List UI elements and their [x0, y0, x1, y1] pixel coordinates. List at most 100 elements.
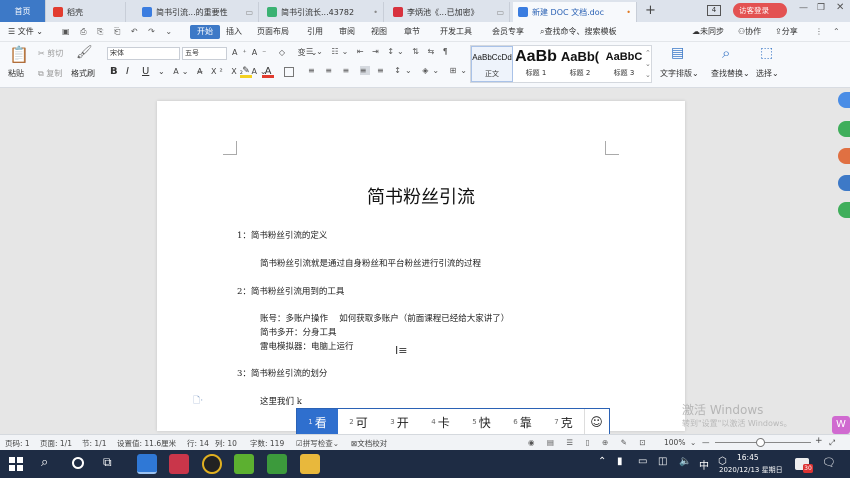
file-explorer-taskbar-icon[interactable] — [300, 454, 320, 474]
doc-paragraph[interactable]: 简书粉丝引流就是通过自身粉丝和平台粉丝进行引流的过程 — [260, 257, 481, 269]
side-panel-button[interactable] — [838, 202, 850, 218]
tab-doc-active[interactable]: 新建 DOC 文档.doc • — [513, 2, 637, 22]
status-words[interactable]: 字数: 119 — [250, 438, 284, 449]
zoom-level[interactable]: 100% — [664, 438, 685, 447]
ime-candidate[interactable]: 1看 — [297, 409, 338, 435]
doc-heading-1[interactable]: 1：简书粉丝引流的定义 — [237, 229, 327, 241]
unsaved-dot-icon[interactable]: • — [622, 8, 631, 17]
sync-button[interactable]: ☁未同步 — [692, 25, 724, 39]
copy-button[interactable]: ⧉ 复制 — [38, 68, 62, 79]
monitor-icon[interactable]: ▭ — [241, 8, 253, 17]
side-panel-button[interactable] — [838, 92, 850, 108]
wps-assistant-icon[interactable]: W — [832, 416, 850, 434]
tab-chapter[interactable]: 章节 — [404, 25, 420, 39]
italic-button[interactable]: I — [126, 66, 129, 77]
app-taskbar-icon[interactable] — [169, 454, 189, 474]
tab-developer[interactable]: 开发工具 — [440, 25, 472, 39]
font-size-select[interactable]: 五号 — [182, 47, 227, 60]
close-icon[interactable]: • — [369, 8, 378, 17]
ime-candidate[interactable]: 4卡 — [420, 409, 461, 435]
ime-candidate[interactable]: 7克 — [543, 409, 584, 435]
tab-home[interactable]: 首页 — [0, 0, 46, 22]
spell-check-button[interactable]: ☑拼写检查⌄ — [296, 438, 339, 449]
zoom-dropdown-icon[interactable]: ⌄ — [690, 438, 696, 447]
share-button[interactable]: ⇪分享 — [775, 25, 798, 39]
new-tab-button[interactable]: + — [645, 3, 656, 18]
select-icon[interactable]: ⬚ — [760, 45, 773, 61]
minimize-icon[interactable]: — — [799, 3, 808, 13]
tab-layout[interactable]: 页面布局 — [257, 25, 289, 39]
restore-icon[interactable]: ❐ — [817, 3, 825, 13]
underline-button[interactable]: U — [142, 66, 149, 77]
start-icon[interactable] — [9, 457, 23, 471]
app-taskbar-icon[interactable] — [202, 454, 222, 474]
ime-candidate[interactable]: 2可 — [338, 409, 379, 435]
doc-paragraph[interactable]: 雷电模拟器：电脑上运行 — [260, 340, 354, 352]
tray-chevron-icon[interactable]: ⌃ — [598, 456, 606, 467]
style-heading-2[interactable]: AaBb(标题 2 — [559, 46, 601, 82]
action-center-icon[interactable]: 🗨 — [822, 456, 836, 469]
format-painter-button[interactable]: 格式刷 — [71, 68, 95, 79]
emoji-icon[interactable]: ☺ — [584, 409, 608, 435]
side-panel-button[interactable] — [838, 148, 850, 164]
tab-count-badge[interactable]: 4 — [707, 5, 721, 16]
monitor-icon[interactable]: ▭ — [492, 8, 504, 17]
file-menu[interactable]: ☰ 文件 ⌄ — [8, 25, 43, 39]
mic-icon[interactable]: ▮ — [617, 456, 623, 467]
command-search[interactable]: ⌕查找命令、搜索模板 — [540, 25, 616, 39]
ime-candidate[interactable]: 5快 — [461, 409, 502, 435]
zoom-slider-handle[interactable] — [756, 438, 765, 447]
tab-home-ribbon[interactable]: 开始 — [190, 25, 220, 39]
style-normal[interactable]: AaBbCcDd 正文 — [471, 46, 513, 82]
doc-paragraph[interactable]: 简书多开：分身工具 — [260, 326, 337, 338]
tray-app-icon[interactable]: ▭ — [638, 456, 647, 467]
doc-paragraph[interactable]: 账号：多账户操作 如何获取多账户（前面课程已经给大家讲了） — [260, 312, 509, 324]
task-view-icon[interactable]: ⧉ — [103, 455, 112, 470]
side-panel-button[interactable] — [838, 121, 850, 137]
camtasia-taskbar-icon[interactable] — [234, 454, 254, 474]
side-panel-button[interactable] — [838, 175, 850, 191]
tab-member[interactable]: 会员专享 — [492, 25, 524, 39]
collab-button[interactable]: ⚇协作 — [738, 25, 761, 39]
style-heading-3[interactable]: AaBbC 标题 3 — [603, 46, 645, 82]
clock-time[interactable]: 16:45 — [737, 453, 759, 462]
find-icon[interactable]: ⌕ — [722, 44, 730, 62]
collapse-ribbon-icon[interactable]: ⌃ — [833, 25, 840, 39]
align-buttons[interactable]: ≡ ≡ ≡ ≡ ≡ ↕⌄ ◈⌄ ⊞⌄ — [308, 66, 471, 75]
quick-access-toolbar[interactable]: ▣ ⎙ ⎘ ⎗ ↶ ↷ ⌄ — [62, 25, 176, 39]
tab-doc-3[interactable]: 李炳池《...已加密》 ▭ — [388, 2, 510, 22]
login-button[interactable]: 访客登录 — [733, 3, 787, 18]
cut-button[interactable]: ✂ 剪切 — [38, 48, 63, 59]
close-window-icon[interactable]: ✕ — [836, 2, 844, 13]
proofread-button[interactable]: ⊠文档校对 — [351, 438, 387, 449]
tab-doc-1[interactable]: 简书引流...的重要性 ▭ — [137, 2, 259, 22]
tab-daoke[interactable]: 稻壳 — [48, 2, 126, 22]
doc-paragraph[interactable]: 这里我们 k — [260, 395, 302, 407]
view-mode-buttons[interactable]: ◉ ▤ ☰ ▯ ⊕ ✎ ⊡ — [528, 438, 651, 447]
search-icon[interactable]: ⌕ — [41, 455, 48, 470]
style-heading-1[interactable]: AaBb 标题 1 — [515, 46, 557, 82]
ime-candidate[interactable]: 3开 — [379, 409, 420, 435]
clock-date[interactable]: 2020/12/13 星期日 — [719, 465, 783, 475]
align-justify-icon[interactable]: ≡ — [359, 66, 371, 75]
doc-heading-3[interactable]: 3：简书粉丝引流的划分 — [237, 367, 327, 379]
font-name-select[interactable]: 宋体 — [107, 47, 180, 60]
zoom-in-icon[interactable]: + — [815, 436, 823, 446]
char-border-icon[interactable] — [284, 67, 294, 77]
text-layout-icon[interactable]: ▤ — [671, 45, 684, 61]
ime-candidate[interactable]: 6靠 — [502, 409, 543, 435]
fullscreen-icon[interactable]: ⤢ — [829, 438, 835, 448]
more-icon[interactable]: ⋮ — [815, 25, 823, 39]
bold-button[interactable]: B — [110, 66, 118, 77]
format-painter-icon[interactable]: 🖌 — [76, 45, 93, 60]
tab-doc-2[interactable]: 简书引流长...43782 • — [262, 2, 384, 22]
list-buttons[interactable]: ☰⌄ ☷⌄ ⇤ ⇥ ↕⌄ ⇅ ⇆ ¶ — [306, 47, 451, 56]
tab-review[interactable]: 审阅 — [339, 25, 355, 39]
paste-icon[interactable]: 📋 — [8, 45, 30, 65]
network-icon[interactable]: ◫ — [658, 456, 667, 467]
zoom-out-icon[interactable]: — — [702, 438, 710, 447]
wps-taskbar-icon[interactable] — [137, 454, 157, 474]
ime-language-indicator[interactable]: 中 — [699, 457, 709, 472]
tab-insert[interactable]: 插入 — [226, 25, 242, 39]
camtasia-recorder-taskbar-icon[interactable] — [267, 454, 287, 474]
